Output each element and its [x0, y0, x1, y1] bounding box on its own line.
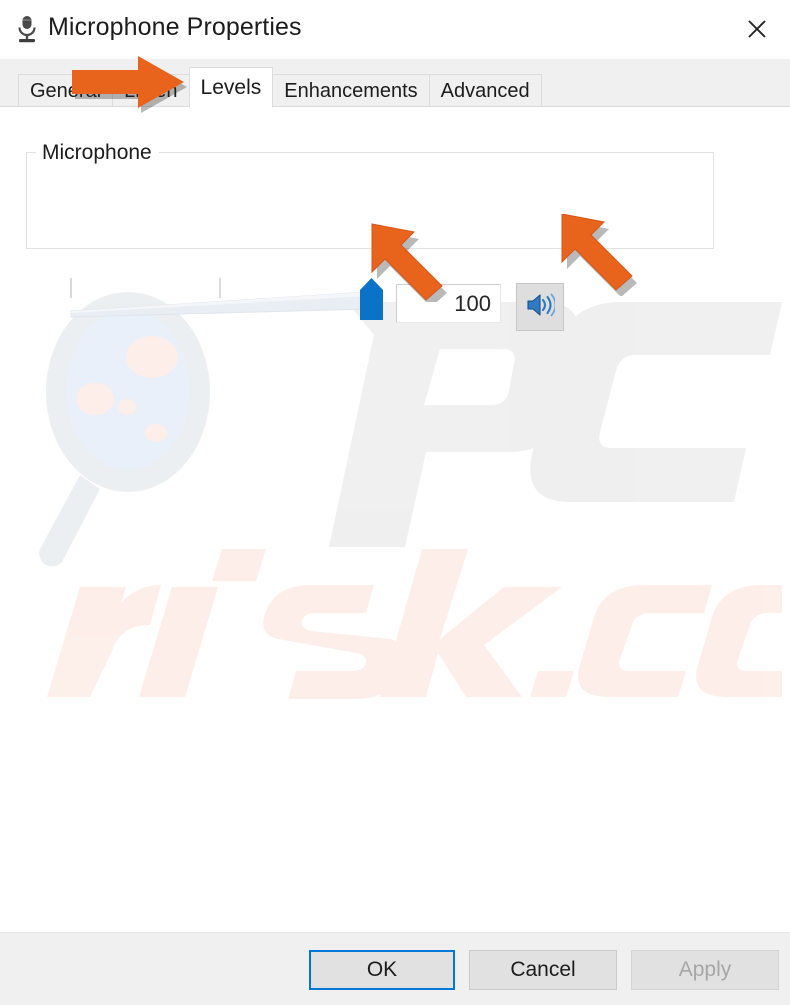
watermark-pc — [329, 302, 782, 547]
button-label: Cancel — [510, 958, 576, 981]
microphone-properties-dialog: Microphone Properties General Listen Lev… — [0, 0, 790, 1005]
tab-label: Levels — [200, 75, 262, 99]
group-box-label: Microphone — [36, 140, 159, 165]
page-title: Microphone Properties — [48, 13, 302, 41]
tab-strip: General Listen Levels Enhancements Advan… — [0, 59, 790, 108]
button-label: Apply — [678, 958, 732, 981]
tab-label: Enhancements — [284, 79, 418, 102]
tab-enhancements[interactable]: Enhancements — [272, 74, 430, 107]
slider-track — [70, 278, 369, 318]
cancel-button[interactable]: Cancel — [469, 950, 617, 990]
apply-button: Apply — [631, 950, 779, 990]
microphone-level-value: 100 — [454, 291, 491, 316]
tab-levels[interactable]: Levels — [188, 67, 274, 108]
microphone-level-slider[interactable] — [68, 276, 383, 324]
close-button[interactable] — [726, 8, 788, 50]
ok-button[interactable]: OK — [309, 950, 455, 990]
tab-label: Advanced — [440, 79, 530, 102]
speaker-unmuted-icon — [525, 292, 557, 323]
dialog-footer: OK Cancel Apply — [0, 932, 790, 1005]
tab-advanced[interactable]: Advanced — [428, 74, 542, 107]
mute-toggle-button[interactable] — [516, 283, 564, 331]
watermark-risk-com — [47, 549, 782, 699]
close-icon — [745, 17, 769, 41]
microphone-level-input[interactable]: 100 — [396, 284, 501, 323]
microphone-icon — [14, 15, 40, 44]
tab-listen[interactable]: Listen — [112, 74, 190, 107]
watermark-pcrisk — [22, 287, 782, 707]
title-bar: Microphone Properties — [0, 0, 790, 60]
tab-label: Listen — [124, 79, 178, 102]
tab-general[interactable]: General — [18, 74, 114, 107]
levels-tab-panel: Microphone 100 — [0, 106, 790, 932]
magnifier-icon — [39, 292, 210, 567]
tab-label: General — [30, 79, 102, 102]
slider-thumb[interactable] — [359, 278, 384, 320]
microphone-group-box — [26, 152, 714, 249]
button-label: OK — [366, 958, 398, 981]
